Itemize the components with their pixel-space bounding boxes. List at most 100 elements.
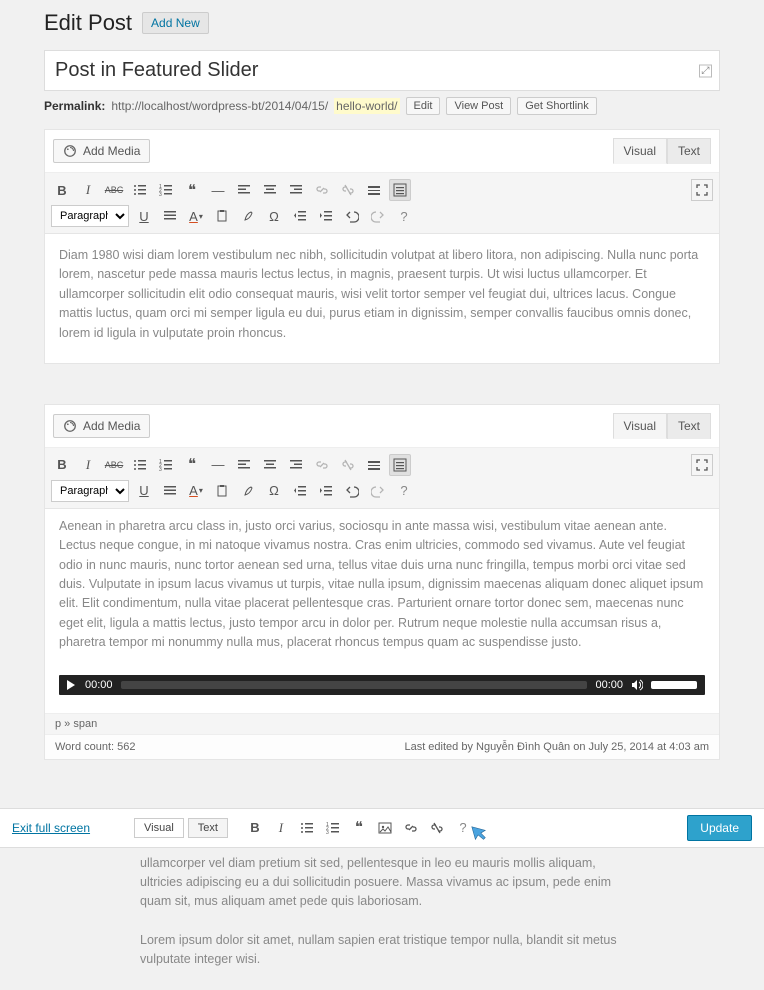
dfe-bulleted-list-button[interactable] [296,817,318,839]
paste-text-button[interactable] [211,480,233,502]
clear-format-button[interactable] [237,205,259,227]
dfe-numbered-list-button[interactable]: 123 [322,817,344,839]
permalink-row: Permalink: http://localhost/wordpress-bt… [44,97,720,115]
special-char-button[interactable]: Ω [263,205,285,227]
dfe-paragraph-2: Lorem ipsum dolor sit amet, nullam sapie… [140,933,617,966]
align-right-button[interactable] [285,179,307,201]
svg-text:3: 3 [326,830,329,835]
italic-button[interactable]: I [77,179,99,201]
bulleted-list-button[interactable] [129,454,151,476]
blockquote-button[interactable]: ❝ [181,179,203,201]
tab-text-2[interactable]: Text [667,413,711,439]
more-button[interactable] [363,454,385,476]
permalink-label: Permalink: [44,99,105,113]
link-button[interactable] [311,454,333,476]
numbered-list-button[interactable]: 123 [155,179,177,201]
align-justify-button[interactable] [159,480,181,502]
fullscreen-icon-2[interactable] [691,454,713,476]
bold-button[interactable]: B [51,454,73,476]
toolbar-toggle-button[interactable] [389,179,411,201]
svg-text:3: 3 [159,467,162,472]
outdent-button[interactable] [289,205,311,227]
underline-button[interactable]: U [133,480,155,502]
outdent-button[interactable] [289,480,311,502]
add-media-button[interactable]: Add Media [53,139,150,163]
tab-visual[interactable]: Visual [613,138,667,164]
volume-icon[interactable] [631,679,643,691]
editor-content-2[interactable]: Aenean in pharetra arcu class in, justo … [45,509,719,667]
post-title-input[interactable] [44,50,720,91]
align-right-button[interactable] [285,454,307,476]
add-new-button[interactable]: Add New [142,12,209,34]
dfe-content[interactable]: ullamcorper vel diam pretium sit sed, pe… [0,848,764,990]
hr-button[interactable]: — [207,454,229,476]
italic-button[interactable]: I [77,454,99,476]
blockquote-button[interactable]: ❝ [181,454,203,476]
indent-button[interactable] [315,205,337,227]
get-shortlink-button[interactable]: Get Shortlink [517,97,597,115]
unlink-button[interactable] [337,454,359,476]
unlink-button[interactable] [337,179,359,201]
redo-button[interactable] [367,480,389,502]
distraction-free-toolbar: Exit full screen Visual Text B I 123 ❝ ?… [0,808,764,848]
toolbar-toggle-button[interactable] [389,454,411,476]
view-post-button[interactable]: View Post [446,97,511,115]
update-button[interactable]: Update [687,815,752,841]
underline-button[interactable]: U [133,205,155,227]
audio-track[interactable] [121,681,588,689]
fullscreen-icon[interactable] [691,179,713,201]
align-left-button[interactable] [233,454,255,476]
dfe-link-button[interactable] [400,817,422,839]
align-left-button[interactable] [233,179,255,201]
redo-button[interactable] [367,205,389,227]
dfe-italic-button[interactable]: I [270,817,292,839]
paste-text-button[interactable] [211,205,233,227]
add-media-label: Add Media [83,144,140,158]
bulleted-list-button[interactable] [129,179,151,201]
link-button[interactable] [311,179,333,201]
hr-button[interactable]: — [207,179,229,201]
help-button[interactable]: ? [393,480,415,502]
tab-visual-2[interactable]: Visual [613,413,667,439]
dfe-help-button[interactable]: ? [452,817,474,839]
special-char-button[interactable]: Ω [263,480,285,502]
volume-slider[interactable] [651,681,697,689]
add-media-button-2[interactable]: Add Media [53,414,150,438]
audio-total-time: 00:00 [595,679,623,691]
play-icon[interactable] [67,680,77,690]
edit-permalink-button[interactable]: Edit [406,97,441,115]
editor-panel: Add Media Visual Text B I ABC 123 ❝ — [44,129,720,364]
undo-button[interactable] [341,480,363,502]
svg-text:3: 3 [159,192,162,197]
media-icon [63,419,77,433]
dfe-unlink-button[interactable] [426,817,448,839]
numbered-list-button[interactable]: 123 [155,454,177,476]
clear-format-button[interactable] [237,480,259,502]
indent-button[interactable] [315,480,337,502]
exit-fullscreen-link[interactable]: Exit full screen [12,821,90,835]
dfe-tab-text[interactable]: Text [188,818,228,838]
align-justify-button[interactable] [159,205,181,227]
dfe-blockquote-button[interactable]: ❝ [348,817,370,839]
align-center-button[interactable] [259,454,281,476]
editor-toolbar: B I ABC 123 ❝ — Paragraph U A▾ [45,173,719,234]
format-select[interactable]: Paragraph [51,205,129,227]
more-button[interactable] [363,179,385,201]
textcolor-button[interactable]: A▾ [185,205,207,227]
tab-text[interactable]: Text [667,138,711,164]
editor-content[interactable]: Diam 1980 wisi diam lorem vestibulum nec… [45,234,719,363]
audio-player[interactable]: 00:00 00:00 [59,675,705,695]
dfe-tab-visual[interactable]: Visual [134,818,184,838]
textcolor-button[interactable]: A▾ [185,480,207,502]
align-center-button[interactable] [259,179,281,201]
dfe-media-button[interactable] [374,817,396,839]
permalink-slug: hello-world/ [334,98,399,114]
format-select-2[interactable]: Paragraph [51,480,129,502]
help-button[interactable]: ? [393,205,415,227]
undo-button[interactable] [341,205,363,227]
expand-icon[interactable]: ⤢ [699,64,712,77]
dfe-bold-button[interactable]: B [244,817,266,839]
strike-button[interactable]: ABC [103,454,125,476]
strike-button[interactable]: ABC [103,179,125,201]
bold-button[interactable]: B [51,179,73,201]
